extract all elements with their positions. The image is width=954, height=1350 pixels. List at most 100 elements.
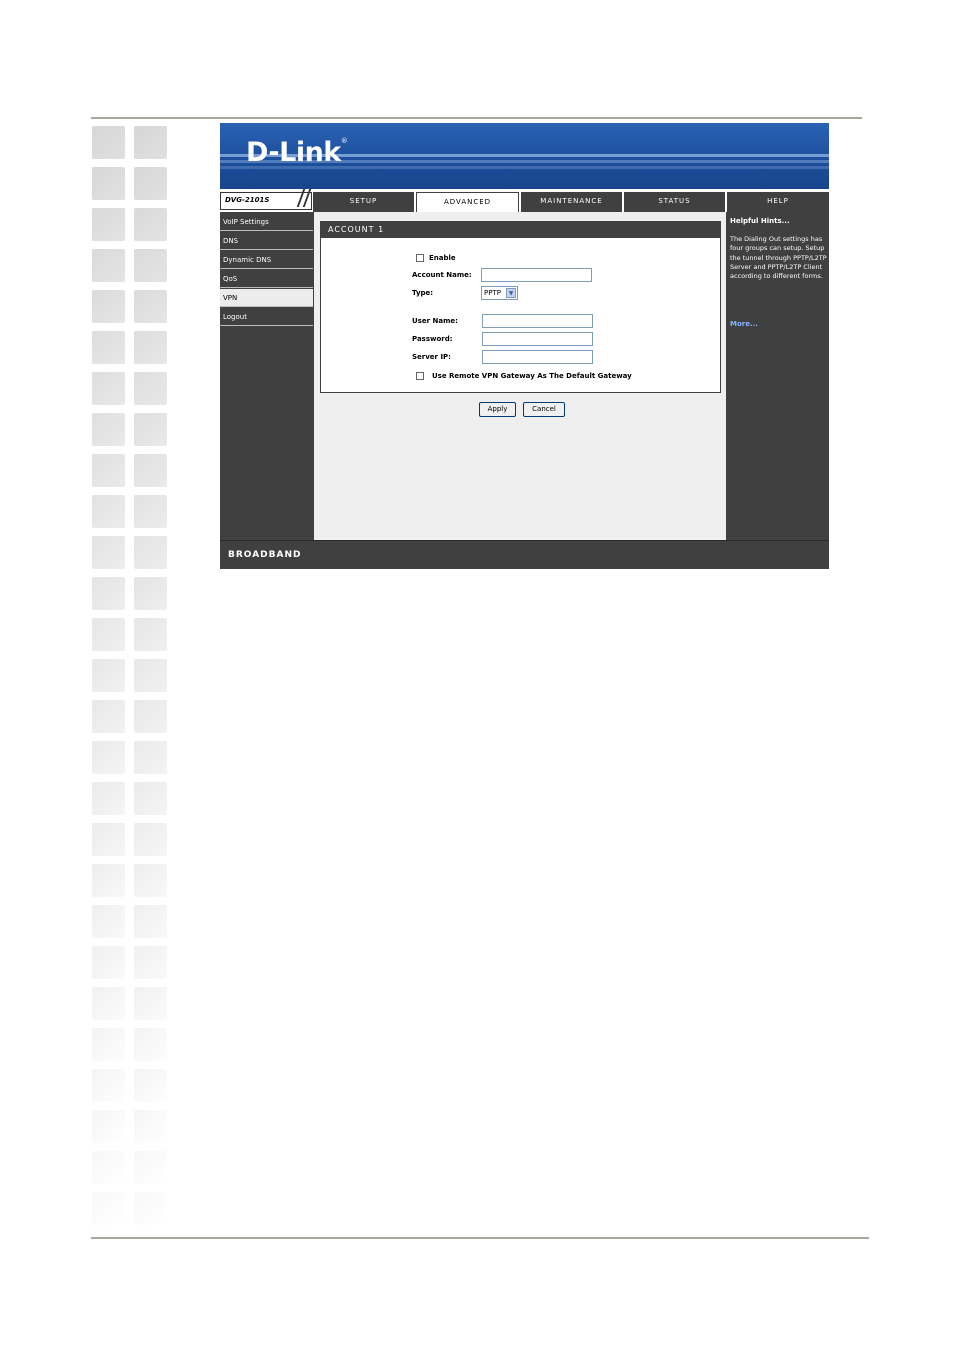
decorative-square [134,700,167,733]
decorative-square [92,208,125,241]
decorative-square [134,987,167,1020]
decorative-square [92,1028,125,1061]
decorative-square [134,1110,167,1143]
help-more-link[interactable]: More... [730,320,758,328]
decorative-square [92,454,125,487]
sidebar-item-vpn[interactable]: VPN [220,289,313,307]
model-name: DVG-2101S [225,196,270,204]
decorative-square [92,823,125,856]
decorative-square [134,167,167,200]
dlink-banner: D-Link® [220,123,829,189]
decorative-square [92,249,125,282]
decorative-square [92,987,125,1020]
tab-setup[interactable]: SETUP [313,192,414,212]
server-ip-label: Server IP: [412,353,451,361]
decorative-square [134,126,167,159]
decorative-square [134,905,167,938]
sidebar-item-voip-settings[interactable]: VoIP Settings [220,213,313,231]
decorative-square [134,1069,167,1102]
footer-brand: BROADBAND [228,550,302,560]
top-tab-bar: DVG-2101S SETUP ADVANCED MAINTENANCE STA… [220,189,829,213]
main-content: ACCOUNT 1 Enable Account Name: Type: PPT… [314,212,726,540]
tab-status[interactable]: STATUS [624,192,725,212]
footer-bar: BROADBAND [220,540,829,569]
sidebar-item-dynamic-dns[interactable]: Dynamic DNS [220,251,313,269]
server-ip-input[interactable] [482,350,593,364]
decorative-square [134,1192,167,1225]
decorative-square [134,331,167,364]
type-select-value: PPTP [484,289,501,297]
tab-help[interactable]: HELP [727,192,829,212]
decorative-square [92,618,125,651]
sidebar: VoIP Settings DNS Dynamic DNS QoS VPN Lo… [220,212,313,540]
decorative-square [134,823,167,856]
enable-checkbox[interactable] [416,254,424,262]
chevron-down-icon[interactable]: ▼ [506,288,516,298]
tab-advanced[interactable]: ADVANCED [416,192,519,213]
decorative-square [92,167,125,200]
type-label: Type: [412,289,434,297]
user-name-input[interactable] [482,314,593,328]
page-bottom-rule [91,1237,869,1239]
dlink-logo: D-Link® [246,137,348,168]
decorative-square [134,659,167,692]
decorative-square [134,208,167,241]
decorative-square [92,1069,125,1102]
enable-label: Enable [429,254,456,262]
router-ui-frame: D-Link® DVG-2101S SETUP ADVANCED MAINTEN… [220,123,829,569]
decorative-square [92,577,125,610]
decorative-square [92,700,125,733]
decorative-square [92,290,125,323]
decorative-square [134,249,167,282]
decorative-squares-column [92,126,172,1226]
vpn-account-panel: ACCOUNT 1 Enable Account Name: Type: PPT… [320,221,721,393]
tab-maintenance[interactable]: MAINTENANCE [521,192,622,212]
decorative-square [92,946,125,979]
page-top-rule [91,117,862,119]
password-input[interactable] [482,332,593,346]
account-name-input[interactable] [481,268,592,282]
decorative-square [92,782,125,815]
decorative-square [92,1110,125,1143]
sidebar-item-dns[interactable]: DNS [220,232,313,250]
panel-title: ACCOUNT 1 [321,222,720,238]
cancel-button[interactable]: Cancel [523,402,565,417]
type-select[interactable]: PPTP ▼ [481,286,518,300]
decorative-square [92,1192,125,1225]
decorative-square [92,413,125,446]
help-panel: Helpful Hints... The Dialing Out setting… [727,212,829,540]
decorative-square [134,782,167,815]
decorative-square [134,577,167,610]
decorative-square [134,454,167,487]
default-gateway-checkbox[interactable] [416,372,424,380]
decorative-square [134,1151,167,1184]
decorative-square [92,495,125,528]
decorative-square [134,1028,167,1061]
decorative-square [134,946,167,979]
decorative-square [134,536,167,569]
decorative-square [92,331,125,364]
help-title: Helpful Hints... [730,217,790,225]
decorative-square [92,905,125,938]
account-name-label: Account Name: [412,271,472,279]
sidebar-item-qos[interactable]: QoS [220,270,313,288]
decorative-square [92,536,125,569]
decorative-square [134,290,167,323]
decorative-square [134,741,167,774]
user-name-label: User Name: [412,317,458,325]
sidebar-item-logout[interactable]: Logout [220,308,313,326]
decorative-square [92,659,125,692]
decorative-square [92,126,125,159]
decorative-square [134,372,167,405]
decorative-square [134,413,167,446]
decorative-square [134,495,167,528]
help-text: The Dialing Out settings has four groups… [730,235,827,281]
password-label: Password: [412,335,453,343]
decorative-square [92,372,125,405]
decorative-square [92,864,125,897]
decorative-square [92,1151,125,1184]
decorative-square [134,618,167,651]
default-gateway-label: Use Remote VPN Gateway As The Default Ga… [432,372,632,380]
apply-button[interactable]: Apply [479,402,516,417]
decorative-square [92,741,125,774]
